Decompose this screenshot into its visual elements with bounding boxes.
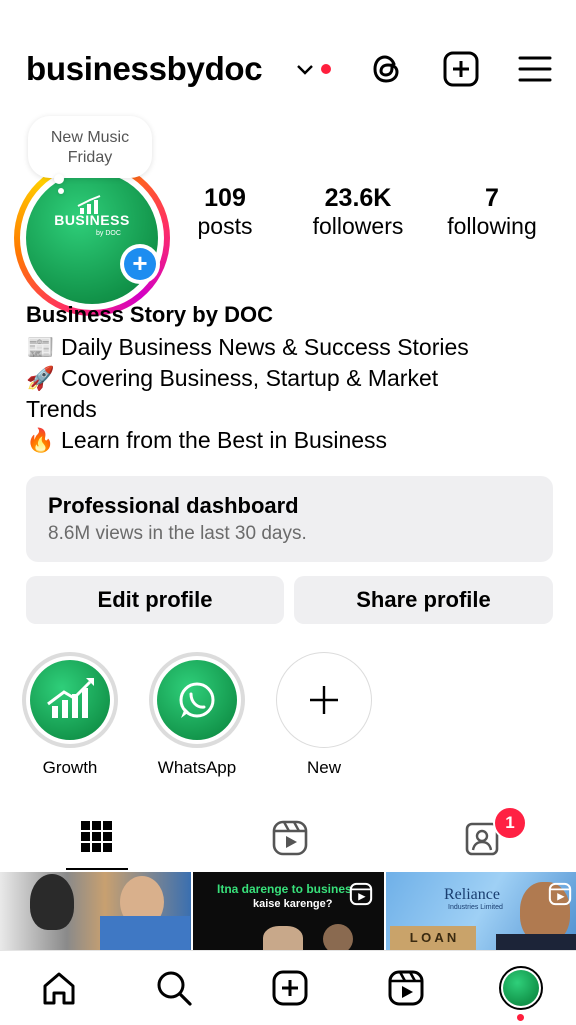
- stat-followers[interactable]: 23.6K followers: [298, 184, 418, 240]
- reels-icon[interactable]: [386, 968, 426, 1008]
- photo-figure: [323, 924, 353, 950]
- photo-figure-shirt: [100, 916, 190, 950]
- tagged-notification-badge: 1: [493, 806, 527, 840]
- stat-followers-value: 23.6K: [324, 184, 392, 212]
- create-icon[interactable]: [270, 968, 310, 1008]
- bio-line-4: 🔥 Learn from the Best in Business: [26, 427, 388, 453]
- note-text: New Music Friday: [50, 129, 130, 166]
- stat-following-value: 7: [485, 184, 499, 212]
- highlight-image: [157, 660, 237, 740]
- search-icon[interactable]: [154, 968, 194, 1008]
- stat-following-label: following: [447, 213, 537, 239]
- stat-followers-label: followers: [312, 213, 404, 239]
- profile-notification-dot: [517, 1014, 524, 1021]
- grid-icon[interactable]: [80, 820, 114, 854]
- post-thumbnail-2[interactable]: Itna darenge to busines kaise karenge?: [193, 872, 384, 950]
- stat-posts-value: 109: [204, 184, 246, 212]
- home-icon[interactable]: [39, 968, 79, 1008]
- thumb-brand: Reliance: [444, 886, 500, 903]
- menu-icon[interactable]: [516, 50, 554, 88]
- post-thumbnail-1[interactable]: [0, 872, 191, 950]
- thumb-caption-line2: kaise karenge?: [253, 898, 333, 910]
- edit-profile-button[interactable]: Edit profile: [26, 576, 284, 624]
- reel-indicator-icon: [349, 882, 373, 906]
- growth-chart-icon: [47, 678, 94, 718]
- threads-icon[interactable]: [368, 50, 406, 88]
- bio-line-2: 🚀 Covering Business, Startup & Market: [26, 365, 439, 391]
- thumb-brand-sub: Industries Limited: [448, 904, 503, 911]
- username-title[interactable]: businessbydoc: [26, 50, 263, 88]
- create-post-icon[interactable]: [442, 50, 480, 88]
- note-bubble-tail-small: [58, 188, 64, 194]
- avatar-brand-subtext: by DOC: [96, 230, 121, 237]
- highlight-ring: [149, 652, 245, 748]
- new-highlight-button[interactable]: [276, 652, 372, 748]
- thumb-caption-line1: Itna darenge to busines: [217, 882, 352, 896]
- dashboard-title: Professional dashboard: [48, 493, 299, 518]
- highlight-whatsapp[interactable]: [149, 652, 245, 748]
- note-bubble-tail: [54, 174, 64, 184]
- stat-posts-label: posts: [197, 213, 253, 239]
- chevron-down-icon[interactable]: [294, 60, 316, 78]
- avatar-brand-text: BUSINESS: [54, 212, 130, 228]
- highlight-image: [30, 660, 110, 740]
- share-profile-button[interactable]: Share profile: [294, 576, 553, 624]
- bio-line-3: Trends: [26, 396, 97, 422]
- highlight-label-new: New: [306, 758, 341, 777]
- photo-figure-suit: [496, 934, 576, 950]
- thumb-loan-text: L O A N: [390, 926, 476, 950]
- stat-following[interactable]: 7 following: [432, 184, 552, 240]
- photo-figure: [263, 926, 303, 950]
- avatar[interactable]: [26, 172, 158, 304]
- professional-dashboard[interactable]: [26, 476, 553, 562]
- active-tab-indicator: [66, 868, 128, 870]
- plus-icon: [310, 686, 338, 714]
- dashboard-subtitle: 8.6M views in the last 30 days.: [48, 523, 307, 544]
- highlight-label-whatsapp: WhatsApp: [157, 758, 237, 777]
- highlight-growth[interactable]: [22, 652, 118, 748]
- profile-nav-avatar[interactable]: [503, 970, 539, 1006]
- reel-indicator-icon: [548, 882, 572, 906]
- reels-tab-icon[interactable]: [272, 820, 308, 856]
- highlight-label-growth: Growth: [42, 758, 98, 777]
- notification-dot: [321, 64, 331, 74]
- profile-name: Business Story by DOC: [26, 302, 273, 327]
- add-story-button[interactable]: +: [124, 248, 156, 280]
- stat-posts[interactable]: 109 posts: [180, 184, 270, 240]
- post-thumbnail-3[interactable]: Reliance Industries Limited L O A N: [386, 872, 576, 950]
- highlight-ring: [22, 652, 118, 748]
- whatsapp-icon: [179, 682, 215, 718]
- bio-line-1: 📰 Daily Business News & Success Stories: [26, 334, 469, 360]
- photo-figure: [30, 874, 74, 930]
